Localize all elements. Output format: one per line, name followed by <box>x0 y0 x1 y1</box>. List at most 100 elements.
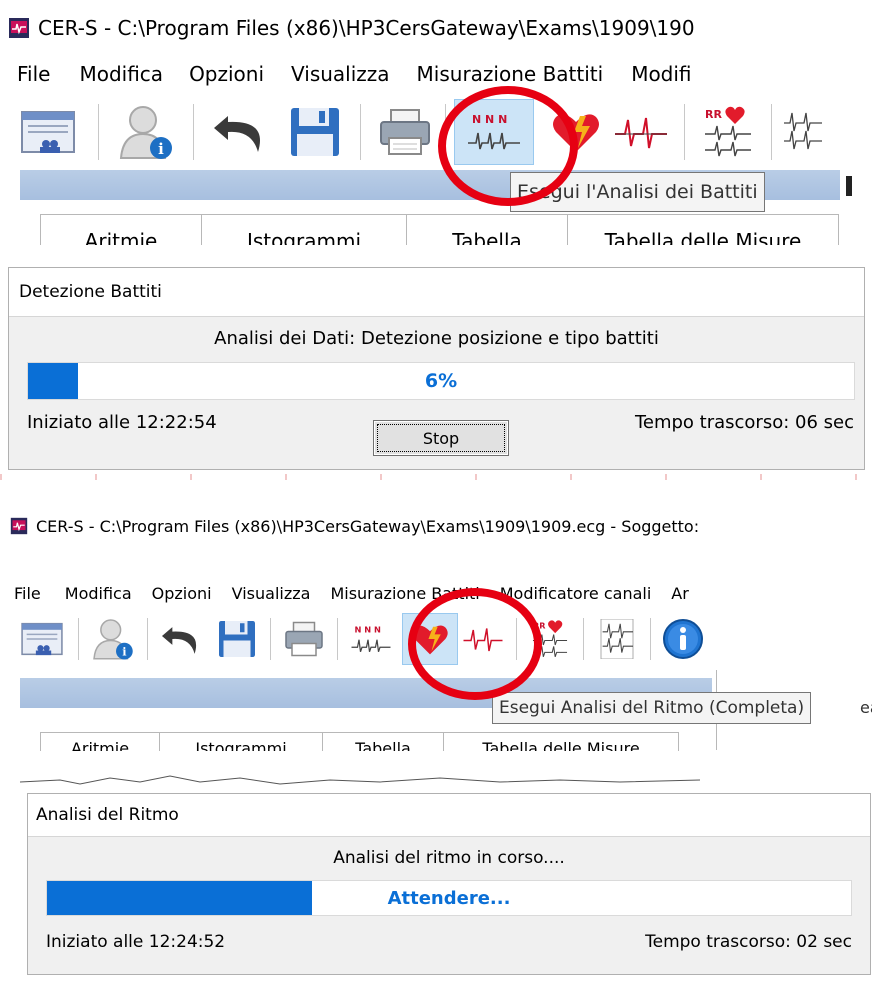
menu-modifica[interactable]: Modifica <box>79 62 163 86</box>
progress-text: 6% <box>424 370 458 392</box>
panel-splitter[interactable] <box>846 176 852 196</box>
tab-bar: Aritmie Istogrammi Tabella Tabella delle… <box>40 732 679 751</box>
patient-list-icon <box>21 622 63 656</box>
svg-text:RR: RR <box>705 108 722 121</box>
bottom-window: CER-S - C:\Program Files (x86)\HP3CersGa… <box>0 500 872 751</box>
patient-list-button[interactable] <box>14 614 70 664</box>
tab-istogrammi[interactable]: Istogrammi <box>160 733 323 751</box>
print-icon <box>380 109 430 155</box>
dialog-title-bar: Detezione Battiti <box>9 268 864 317</box>
menu-file[interactable]: File <box>17 62 50 86</box>
tooltip-rhythm-analysis: Esegui Analisi del Ritmo (Completa) <box>492 692 812 724</box>
dialog-title-bar: Analisi del Ritmo <box>28 794 870 837</box>
save-button[interactable] <box>282 100 348 164</box>
undo-button[interactable] <box>156 614 208 664</box>
patient-info-button[interactable]: i <box>111 100 181 164</box>
toolbar-separator <box>147 618 148 660</box>
toolbar-separator <box>583 618 584 660</box>
menu-modifica[interactable]: Modifica <box>65 584 132 603</box>
multi-channel-button[interactable] <box>782 100 832 164</box>
window-title: CER-S - C:\Program Files (x86)\HP3CersGa… <box>38 16 695 40</box>
menu-opzioni[interactable]: Opzioni <box>152 584 212 603</box>
save-icon <box>219 621 255 657</box>
multi-channel-button[interactable] <box>592 614 642 664</box>
toolbar-separator <box>78 618 79 660</box>
window-title: CER-S - C:\Program Files (x86)\HP3CersGa… <box>36 516 700 536</box>
menu-modificatore[interactable]: Modifi <box>631 62 691 86</box>
focus-ring <box>377 424 505 452</box>
tab-aritmie[interactable]: Aritmie <box>41 733 160 751</box>
top-window: CER-S - C:\Program Files (x86)\HP3CersGa… <box>0 0 872 250</box>
progress-bar: 6% <box>27 362 855 400</box>
print-button[interactable] <box>279 614 329 664</box>
ecg-trace <box>19 775 701 785</box>
detection-dialog: Detezione Battiti Analisi dei Dati: Dete… <box>8 267 865 470</box>
menu-modificatore-canali[interactable]: Modificatore canali <box>500 584 652 603</box>
menu-visualizza[interactable]: Visualizza <box>291 62 390 86</box>
toolbar-separator <box>771 104 772 160</box>
tooltip-overflow-text: ea <box>860 698 872 717</box>
patient-info-icon: i <box>119 106 172 159</box>
patient-info-button[interactable]: i <box>87 614 139 664</box>
svg-text:i: i <box>158 140 164 158</box>
toolbar-separator <box>193 104 194 160</box>
ecg-single-button[interactable] <box>608 100 674 164</box>
toolbar-separator <box>98 104 99 160</box>
toolbar-separator <box>684 104 685 160</box>
highlight-circle-beat-analysis <box>438 86 578 206</box>
start-time: Iniziato alle 12:22:54 <box>27 412 217 433</box>
patient-info-icon: i <box>93 619 133 660</box>
toolbar-separator <box>650 618 651 660</box>
beat-analysis-button[interactable]: N N N <box>346 614 396 664</box>
menu-opzioni[interactable]: Opzioni <box>189 62 264 86</box>
toolbar-separator <box>270 618 271 660</box>
svg-text:N N N: N N N <box>355 624 382 634</box>
elapsed-time: Tempo trascorso: 02 sec <box>645 932 852 952</box>
tab-tabella-misure[interactable]: Tabella delle Misure <box>568 215 839 245</box>
info-button[interactable] <box>659 614 707 664</box>
toolbar-separator <box>337 618 338 660</box>
undo-icon <box>214 116 260 152</box>
undo-button[interactable] <box>206 100 276 164</box>
tab-bar: Aritmie Istogrammi Tabella Tabella delle… <box>40 214 839 245</box>
rhythm-dialog: Analisi del Ritmo Analisi del ritmo in c… <box>27 793 871 975</box>
info-icon <box>663 619 703 659</box>
app-icon <box>9 18 29 38</box>
app-icon <box>10 517 28 535</box>
patient-list-button[interactable] <box>10 100 86 164</box>
tab-tabella-misure[interactable]: Tabella delle Misure <box>444 733 679 751</box>
dialog-title: Analisi del Ritmo <box>36 805 179 825</box>
highlight-circle-rhythm-analysis <box>408 588 542 700</box>
dialog-title: Detezione Battiti <box>19 282 162 302</box>
menu-ar[interactable]: Ar <box>671 584 689 603</box>
multi-channel-icon <box>600 619 634 659</box>
patient-list-icon <box>21 111 75 153</box>
title-bar: CER-S - C:\Program Files (x86)\HP3CersGa… <box>0 512 872 540</box>
beat-analysis-icon: N N N <box>351 624 391 652</box>
stop-button[interactable]: Stop <box>373 420 509 456</box>
undo-icon <box>161 627 197 654</box>
toolbar-separator <box>360 104 361 160</box>
menu-file[interactable]: File <box>14 584 41 603</box>
multi-channel-icon <box>784 112 822 150</box>
ecg-single-icon <box>615 117 667 149</box>
save-button[interactable] <box>212 614 262 664</box>
title-bar: CER-S - C:\Program Files (x86)\HP3CersGa… <box>0 8 872 48</box>
start-time: Iniziato alle 12:24:52 <box>46 932 226 952</box>
print-icon <box>285 621 323 657</box>
elapsed-time: Tempo trascorso: 06 sec <box>634 412 854 433</box>
svg-text:i: i <box>122 645 127 659</box>
menu-bar: File Modifica Opzioni Visualizza Misuraz… <box>0 54 872 94</box>
tab-aritmie[interactable]: Aritmie <box>41 215 202 245</box>
tab-tabella[interactable]: Tabella <box>323 733 444 751</box>
menu-misurazione-battiti[interactable]: Misurazione Battiti <box>417 62 604 86</box>
print-button[interactable] <box>373 100 437 164</box>
menu-visualizza[interactable]: Visualizza <box>232 584 311 603</box>
tab-istogrammi[interactable]: Istogrammi <box>202 215 407 245</box>
rr-analysis-button[interactable]: RR <box>695 100 761 164</box>
dialog-message: Analisi dei Dati: Detezione posizione e … <box>214 328 659 349</box>
separator-ticks <box>0 474 872 480</box>
tab-tabella[interactable]: Tabella <box>407 215 568 245</box>
rr-analysis-icon: RR <box>705 106 751 157</box>
save-icon <box>291 108 339 156</box>
